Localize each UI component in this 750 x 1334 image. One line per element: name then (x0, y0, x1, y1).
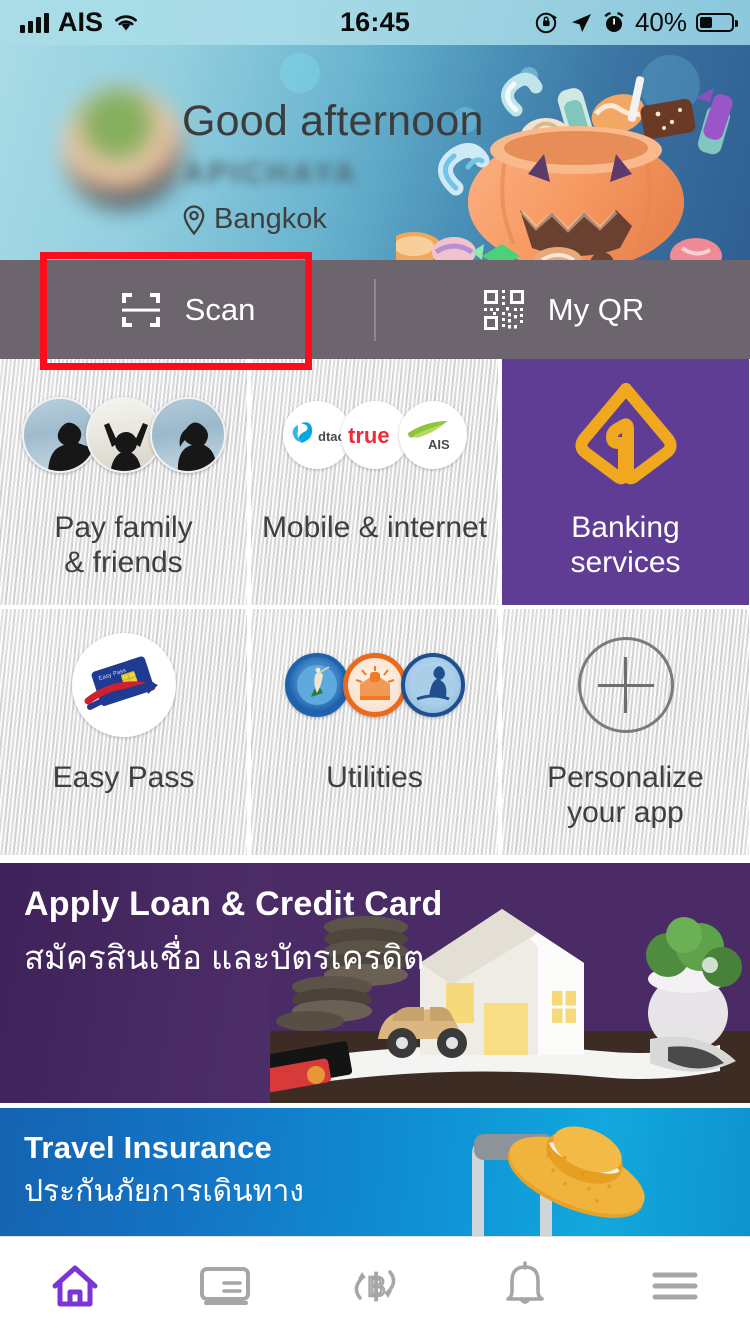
svg-text:true: true (348, 423, 390, 448)
easy-pass-card-icon: Easy Pass (0, 609, 247, 761)
nav-accounts[interactable] (150, 1237, 300, 1334)
avatar[interactable] (62, 87, 184, 209)
utility-seals-icon (251, 609, 498, 761)
mwa-seal-icon (400, 653, 465, 717)
bottom-navigation-bar: ฿ (0, 1236, 750, 1334)
tile-utilities[interactable]: Utilities (251, 609, 498, 855)
alarm-clock-icon (604, 11, 624, 32)
tile-label: Pay family & friends (54, 511, 193, 579)
user-name: APICHAYA (183, 157, 359, 190)
tile-label: Easy Pass (52, 761, 195, 794)
home-icon (52, 1265, 98, 1306)
status-bar-right: 40% (534, 7, 738, 38)
quick-action-bar: Scan My QR (0, 260, 750, 359)
telecom-logos-icon: dtac true AIS (251, 359, 498, 511)
scan-label: Scan (184, 291, 256, 327)
banner-title: Travel Insurance (24, 1130, 272, 1165)
nav-menu[interactable] (600, 1237, 750, 1334)
location-arrow-icon (571, 13, 591, 32)
tile-banking-services[interactable]: Banking services (502, 359, 749, 605)
svg-text:฿: ฿ (367, 1270, 386, 1303)
battery-percent-label: 40% (634, 7, 687, 37)
banner-subtitle: ประกันภัยการเดินทาง (24, 1175, 304, 1208)
nav-transfer[interactable]: ฿ (300, 1237, 450, 1334)
tile-label: Banking services (570, 511, 681, 579)
tile-personalize-app[interactable]: Personalize your app (502, 609, 749, 855)
scan-frame-icon (121, 292, 160, 327)
tile-easy-pass[interactable]: Easy Pass Easy Pass (0, 609, 247, 855)
pea-seal-icon (342, 653, 407, 717)
banner-subtitle: สมัครสินเชื่อ และบัตรเครดิต (24, 939, 425, 976)
mea-seal-icon (284, 653, 349, 717)
greeting-text: Good afternoon (182, 97, 484, 145)
my-qr-button[interactable]: My QR (376, 260, 750, 359)
header-hero: Good afternoon APICHAYA Bangkok (0, 45, 750, 260)
bell-icon (506, 1260, 544, 1304)
scb-shield-logo-icon (502, 359, 749, 511)
location-row: Bangkok (182, 203, 327, 236)
scan-button[interactable]: Scan (0, 260, 374, 359)
my-qr-label: My QR (547, 291, 645, 327)
baht-transfer-icon: ฿ (354, 1268, 396, 1304)
shortcut-tile-grid: Pay family & friends dtac true AIS Mobil… (0, 359, 750, 859)
tile-mobile-internet[interactable]: dtac true AIS Mobile & internet (251, 359, 498, 605)
plus-circle-icon (577, 637, 674, 733)
battery-icon (696, 13, 738, 32)
map-pin-icon (183, 204, 205, 235)
nav-home[interactable] (0, 1237, 150, 1334)
travel-banner-photo (370, 1108, 690, 1236)
person-photo (149, 397, 226, 473)
location-label: Bangkok (214, 203, 327, 235)
ais-logo-icon: AIS (398, 401, 467, 469)
bokeh-decoration (280, 53, 320, 93)
nav-notifications[interactable] (450, 1237, 600, 1334)
tile-pay-family-friends[interactable]: Pay family & friends (0, 359, 247, 605)
qr-code-icon (483, 289, 524, 330)
status-bar: AIS 16:45 40% (0, 0, 750, 45)
app-screen: AIS 16:45 40% Good afternoon APICHAYA Ba… (0, 0, 750, 1334)
banner-travel-insurance[interactable]: Travel Insurance ประกันภัยการเดินทาง (0, 1108, 750, 1236)
rotation-lock-icon (535, 12, 557, 33)
card-book-icon (200, 1266, 250, 1305)
people-photos-icon (0, 359, 247, 511)
hamburger-menu-icon (652, 1272, 698, 1299)
tile-label: Personalize your app (547, 761, 704, 829)
tile-label: Utilities (326, 761, 423, 794)
banner-apply-loan-credit-card[interactable]: Apply Loan & Credit Card สมัครสินเชื่อ แ… (0, 863, 750, 1103)
tile-label: Mobile & internet (261, 511, 488, 544)
svg-text:AIS: AIS (428, 437, 450, 452)
banner-title: Apply Loan & Credit Card (24, 885, 443, 923)
